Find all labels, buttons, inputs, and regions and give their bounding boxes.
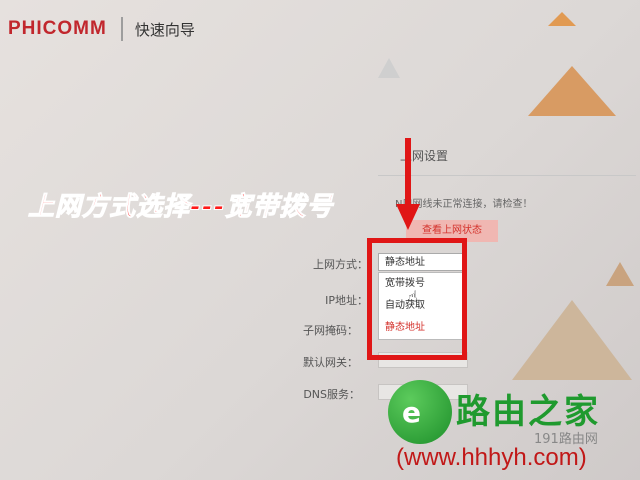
watermark-url: (www.hhhyh.com)	[396, 444, 587, 471]
decor-triangle	[548, 12, 576, 26]
annotation-arrow-head	[396, 204, 420, 230]
decor-triangle	[378, 58, 400, 78]
decor-triangle	[606, 262, 634, 286]
decor-triangle	[528, 66, 616, 116]
phicomm-logo: PHICOMM	[8, 18, 107, 39]
annotation-caption: 上网方式选择---宽带拨号	[27, 192, 334, 223]
section-divider	[378, 175, 636, 176]
page-title: 快速向导	[134, 20, 195, 39]
watermark-logo-letter: e	[402, 396, 421, 429]
connection-type-label: 上网方式：	[313, 258, 368, 271]
dns-label: DNS服务：	[303, 388, 360, 401]
header-bar: PHICOMM 快速向导	[0, 0, 640, 58]
subnet-mask-label: 子网掩码：	[303, 324, 358, 337]
decor-triangle	[512, 300, 632, 380]
ip-label: IP地址：	[325, 294, 368, 307]
watermark-title: 路由之家	[456, 392, 600, 432]
annotation-highlight-box	[367, 238, 467, 360]
annotation-arrow	[405, 138, 411, 208]
gateway-label: 默认网关：	[303, 356, 358, 369]
header-divider	[120, 17, 123, 41]
